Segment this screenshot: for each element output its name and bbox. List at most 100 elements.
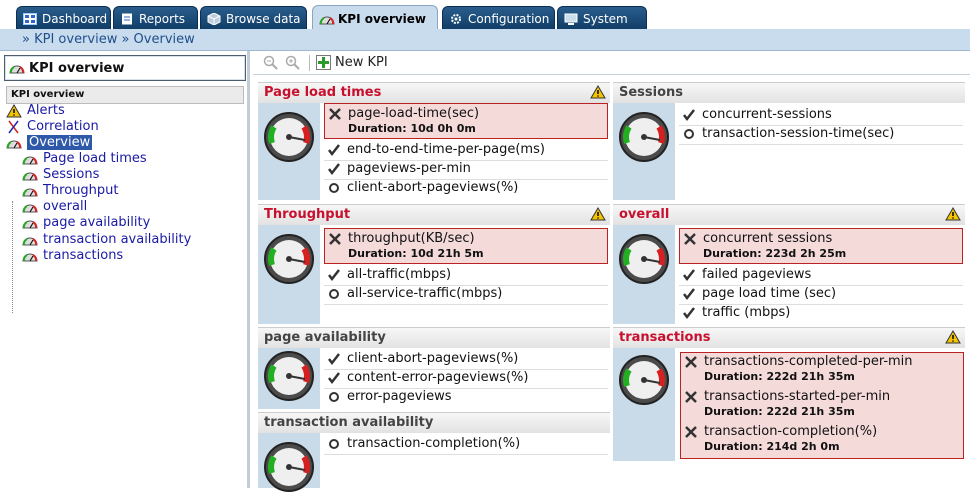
kpi-label: traffic (mbps)	[702, 305, 791, 320]
gauge-icon	[6, 136, 22, 150]
kpi-item[interactable]: throughput(KB/sec) Duration: 10d 21h 5m	[324, 228, 608, 264]
kpi-item[interactable]: all-traffic(mbps)	[324, 267, 608, 286]
kpi-label: transactions-completed-per-min	[704, 354, 913, 369]
zoom-in-button[interactable]	[285, 55, 301, 71]
breadcrumb[interactable]: » KPI overview » Overview	[22, 32, 195, 47]
gauge-icon	[22, 184, 38, 198]
kpi-item[interactable]: pageviews-per-min	[324, 161, 608, 180]
panel-title[interactable]: transactions	[613, 327, 965, 348]
panel-title[interactable]: Page load times	[258, 82, 610, 103]
panel-title[interactable]: page availability	[258, 327, 610, 348]
tree-item-transaction-availability[interactable]: transaction availability	[22, 232, 191, 247]
panel-title[interactable]: overall	[613, 204, 965, 225]
no-data-icon	[327, 437, 341, 453]
kpi-item[interactable]: concurrent-sessions	[679, 107, 963, 126]
tree-item-label: transaction availability	[43, 232, 192, 247]
gauge-icon	[619, 234, 669, 284]
kpi-duration: Duration: 10d 21h 5m	[348, 247, 484, 260]
gauge-panel	[613, 348, 675, 461]
panel-title[interactable]: transaction availability	[258, 412, 610, 433]
kpi-item[interactable]: all-service-traffic(mbps)	[324, 286, 608, 305]
tree-item-page-load-times[interactable]: Page load times	[22, 151, 147, 166]
gauge-panel	[613, 103, 675, 200]
fail-icon	[684, 425, 698, 441]
add-icon	[316, 55, 331, 70]
tree-item-sessions[interactable]: Sessions	[22, 167, 99, 182]
monitor-icon	[564, 13, 578, 25]
tab-system[interactable]: System	[557, 6, 647, 30]
kpi-duration: Duration: 214d 2h 0m	[704, 440, 840, 453]
tab-reports[interactable]: Reports	[113, 6, 198, 30]
warning-icon	[945, 207, 961, 221]
kpi-label: client-abort-pageviews(%)	[347, 180, 519, 195]
kpi-item[interactable]: traffic (mbps)	[679, 305, 963, 324]
kpi-item[interactable]: transaction-session-time(sec)	[679, 126, 963, 145]
tab-browse-data[interactable]: Browse data	[200, 6, 307, 30]
gauge-icon	[619, 355, 669, 405]
main-pane: New KPI Page load times page-load-time(s…	[253, 51, 970, 492]
check-icon	[327, 268, 341, 284]
kpi-item[interactable]: page load time (sec)	[679, 286, 963, 305]
kpi-label: transaction-completion(%)	[704, 424, 878, 439]
tab-kpi-overview[interactable]: KPI overview	[312, 5, 438, 31]
tab-label: System	[583, 11, 628, 26]
tab-configuration[interactable]: Configuration	[442, 6, 555, 30]
gauge-panel	[258, 433, 320, 492]
no-data-icon	[327, 181, 341, 197]
tree-item-overall[interactable]: overall	[22, 199, 87, 214]
kpi-item[interactable]: error-pageviews	[324, 389, 608, 408]
tree-item-transactions[interactable]: transactions	[22, 248, 123, 263]
kpi-panel-transaction-availability: transaction availability transaction-com…	[258, 412, 610, 492]
reports-icon	[120, 13, 134, 25]
panel-title[interactable]: Throughput	[258, 204, 610, 225]
gauge-icon	[319, 13, 335, 25]
new-kpi-button[interactable]: New KPI	[316, 55, 388, 70]
left-pane-header: KPI overview	[4, 55, 246, 81]
kpi-item[interactable]: end-to-end-time-per-page(ms)	[324, 142, 608, 161]
tab-dashboard[interactable]: Dashboard	[16, 6, 111, 30]
tree-item-label: page availability	[43, 215, 151, 230]
kpi-item[interactable]: client-abort-pageviews(%)	[324, 180, 608, 199]
kpi-panel-page-load-times: Page load times page-load-time(sec) Durat…	[258, 82, 610, 200]
gauge-icon	[22, 200, 38, 214]
gauge-icon	[264, 442, 314, 492]
kpi-items: transactions-completed-per-min Duration: …	[680, 352, 964, 459]
fail-icon	[684, 390, 698, 406]
kpi-item[interactable]: failed pageviews	[679, 267, 963, 286]
kpi-panel-page-availability: page availability client-abort-pageviews…	[258, 327, 610, 409]
kpi-panel-transactions: transactions transactions-completed-per-…	[613, 327, 965, 461]
tree-item-page-availability[interactable]: page availability	[22, 215, 150, 230]
cube-icon	[207, 11, 221, 26]
dashboard-icon	[23, 12, 37, 25]
tree-item-alerts[interactable]: Alerts	[6, 103, 65, 118]
kpi-item[interactable]: concurrent sessions Duration: 223d 2h 25m	[679, 228, 963, 264]
zoom-out-button[interactable]	[263, 55, 279, 71]
tree-item-label: Page load times	[43, 151, 147, 166]
tab-label: KPI overview	[338, 11, 427, 26]
tree-item-correlation[interactable]: Correlation	[6, 119, 99, 134]
tree-item-label: Throughput	[43, 183, 119, 198]
tree-item-label: Overview	[27, 135, 93, 150]
kpi-label: end-to-end-time-per-page(ms)	[347, 142, 545, 157]
kpi-item[interactable]: client-abort-pageviews(%)	[324, 351, 608, 370]
kpi-label: failed pageviews	[702, 267, 812, 282]
kpi-item[interactable]: transaction-completion(%)	[324, 436, 608, 455]
kpi-label: client-abort-pageviews(%)	[347, 351, 519, 366]
kpi-item[interactable]: transactions-completed-per-min Duration: …	[681, 354, 961, 389]
tree-item-overview[interactable]: Overview	[6, 135, 93, 150]
kpi-label: pageviews-per-min	[347, 161, 471, 176]
panel-title[interactable]: Sessions	[613, 82, 965, 103]
gear-icon	[449, 13, 463, 25]
warning-icon	[6, 103, 22, 118]
no-data-icon	[682, 127, 696, 143]
tree-item-label: transactions	[43, 248, 124, 263]
kpi-item[interactable]: content-error-pageviews(%)	[324, 370, 608, 389]
check-icon	[682, 268, 696, 284]
kpi-duration: Duration: 222d 21h 35m	[704, 405, 855, 418]
gauge-icon	[22, 233, 38, 247]
tree-item-throughput[interactable]: Throughput	[22, 183, 119, 198]
kpi-item[interactable]: page-load-time(sec) Duration: 10d 0h 0m	[324, 103, 608, 139]
fail-icon	[328, 107, 342, 123]
kpi-item[interactable]: transactions-started-per-min Duration: 22…	[681, 389, 961, 424]
kpi-item[interactable]: transaction-completion(%) Duration: 214d …	[681, 424, 961, 459]
